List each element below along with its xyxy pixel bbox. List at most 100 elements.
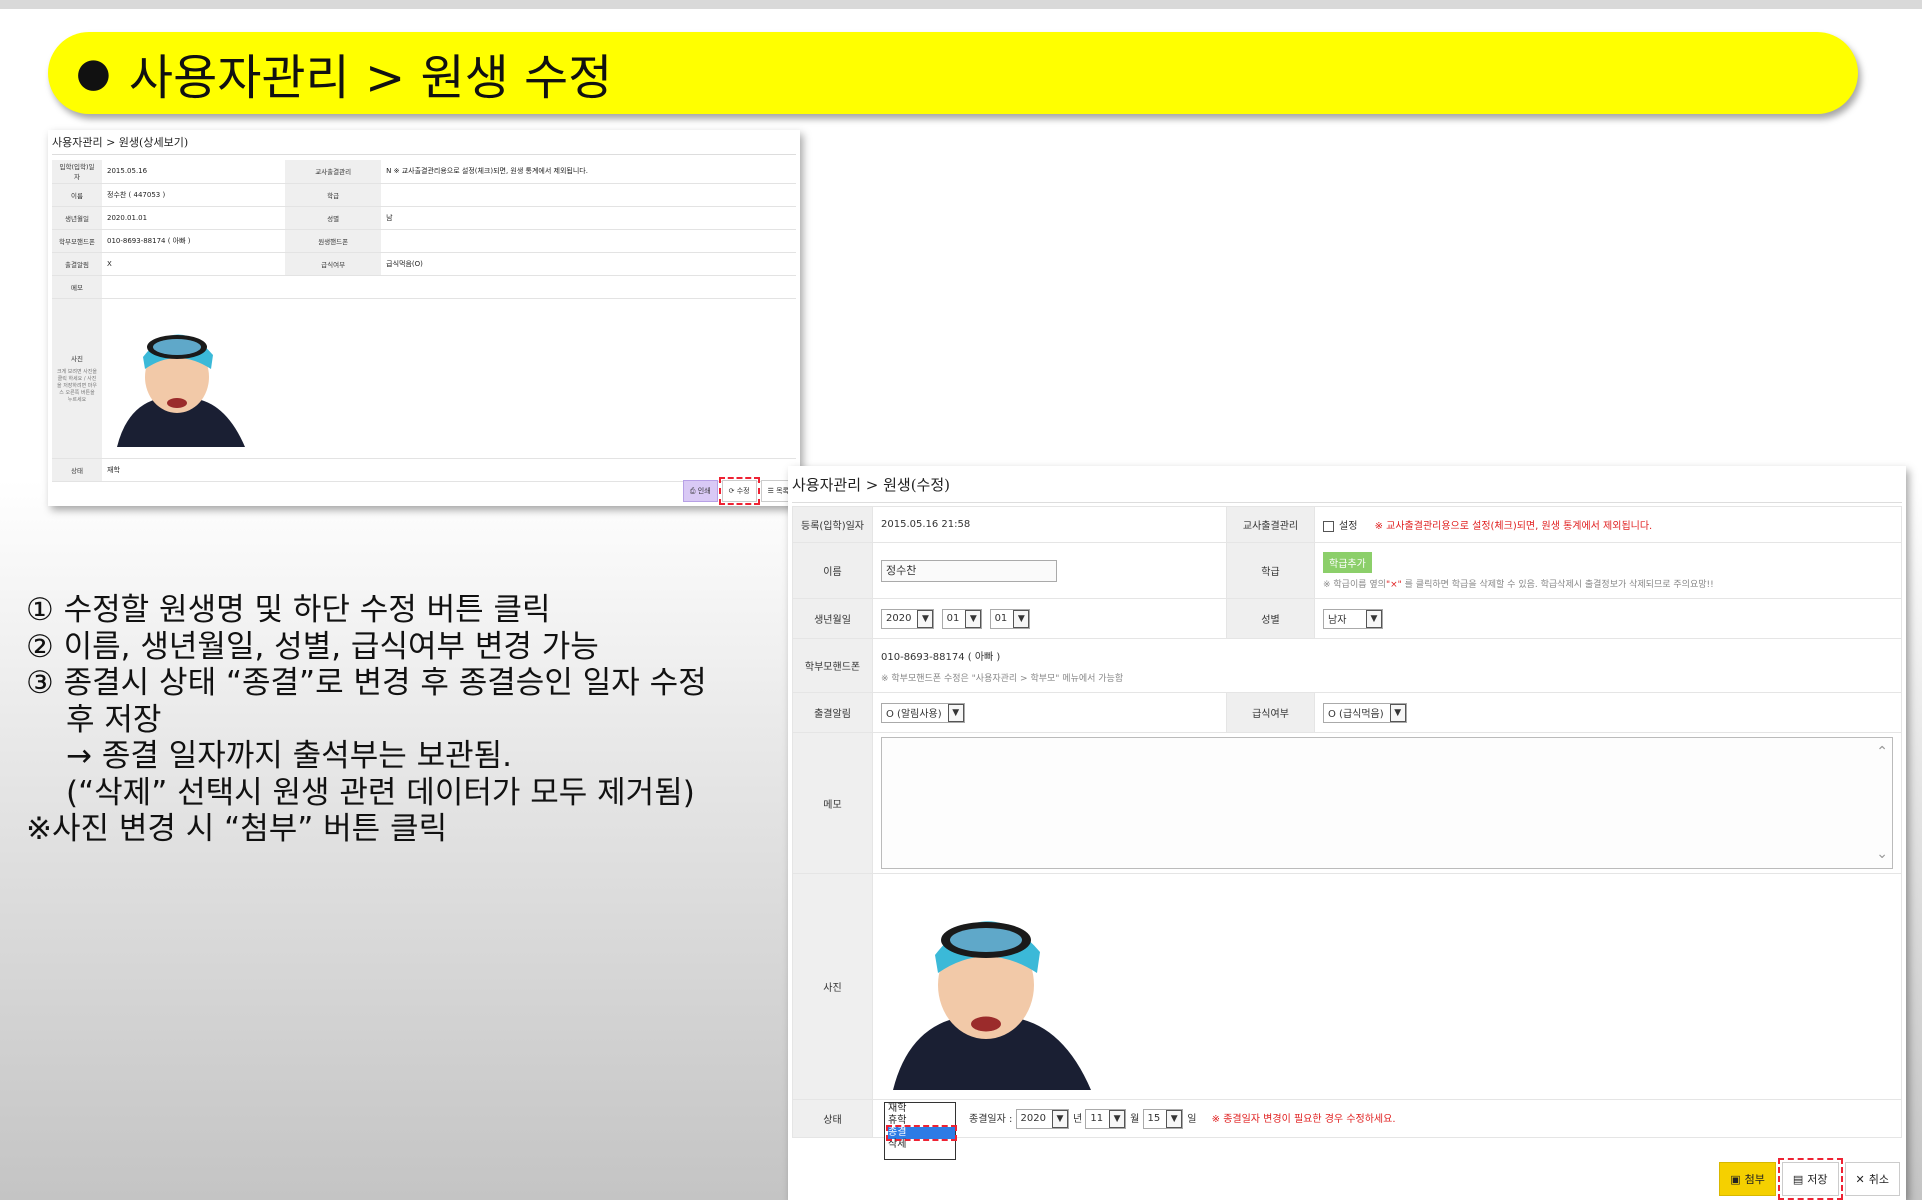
birthdate-cell: 2020 ▼ 01 ▼ 01 ▼ xyxy=(872,598,1227,639)
status-dropdown-list[interactable]: 재학 휴학 종결 삭제 xyxy=(884,1102,957,1160)
row-label: 교사출결관리 xyxy=(285,160,382,184)
gender-cell: 남자 ▼ xyxy=(1314,598,1902,639)
chevron-down-icon: ▼ xyxy=(1109,1109,1126,1128)
table-row: 사진 xyxy=(792,873,1902,1100)
chevron-up-icon: ⌃ xyxy=(1876,744,1888,760)
photo-cell xyxy=(872,873,1902,1100)
class-note-post: 를 클릭하면 학급을 삭제할 수 있음. 학급삭제시 출결정보가 삭제되므로 주… xyxy=(1404,579,1714,590)
table-row: 학부모핸드폰 010-8693-88174 ( 아빠 ) 원생핸드폰 xyxy=(52,229,796,253)
row-label: 생년월일 xyxy=(792,598,873,639)
chevron-down-icon: ▼ xyxy=(1013,609,1030,628)
row-label: 학부모핸드폰 xyxy=(792,638,873,693)
row-label: 급식여부 xyxy=(1226,692,1315,733)
print-button[interactable]: ⎙ 인쇄 xyxy=(682,480,718,502)
edit-button-bar: ▣ 첨부 ▤ 저장 ✕ 취소 xyxy=(1719,1158,1900,1200)
breadcrumb: 사용자관리 > 원생(수정) xyxy=(792,476,951,494)
table-row: 출결알림 O (알림사용) ▼ 급식여부 O (급식먹음) ▼ xyxy=(792,692,1902,733)
row-label: 생년월일 xyxy=(52,206,102,230)
table-row: 입학(입학)일자 2015.05.16 교사출결관리 N ※ 교사출결관리용으로… xyxy=(52,160,796,184)
class-note: ※ 학급이름 옆의"×" 를 클릭하면 학급을 삭제할 수 있음. 학급삭제시 … xyxy=(1323,577,1893,590)
table-row: 사진 크게 보려면 사진을 클릭 하세요 / 사진을 저장하려면 마우스 오른쪽… xyxy=(52,298,796,459)
divider xyxy=(52,154,796,155)
alarm-cell: O (알림사용) ▼ xyxy=(872,692,1227,733)
status-value: 재학 xyxy=(102,458,796,482)
name-cell: 정수찬 xyxy=(872,542,1227,599)
status-option[interactable]: 휴학 xyxy=(888,1115,955,1127)
gender-select[interactable]: 남자 ▼ xyxy=(1323,608,1383,629)
row-value: 남 xyxy=(381,206,796,230)
end-year-value: 2020 xyxy=(1020,1113,1046,1124)
alarm-select[interactable]: O (알림사용) ▼ xyxy=(881,702,965,723)
birth-month-select[interactable]: 01 ▼ xyxy=(941,608,983,629)
breadcrumb: 사용자관리 > 원생(상세보기) xyxy=(52,136,189,149)
detail-button-bar: ⎙ 인쇄 ⟳ 수정 ☰ 목록 xyxy=(682,477,796,505)
floppy-icon: ▤ xyxy=(1792,1172,1804,1186)
birth-month-value: 01 xyxy=(946,613,960,624)
top-band xyxy=(0,0,1922,9)
class-note-x: "×" xyxy=(1385,579,1402,590)
row-value: X xyxy=(102,252,286,276)
row-label: 출결알림 xyxy=(792,692,873,733)
birth-day-select[interactable]: 01 ▼ xyxy=(989,608,1031,629)
status-option[interactable]: 삭제 xyxy=(888,1139,955,1151)
table-row: 상태 종결일자 : 2020 ▼ 년 11 ▼ 월 15 ▼ 일 ※ 종결일자 변경이 필요… xyxy=(792,1099,1902,1138)
instructions: ① 수정할 원생명 및 하단 수정 버튼 클릭 ② 이름, 생년월일, 성별, … xyxy=(26,592,766,848)
instruction-line: 후 저장 xyxy=(66,701,162,738)
instruction-line: ① 수정할 원생명 및 하단 수정 버튼 클릭 xyxy=(26,592,551,628)
instruction-line: ※사진 변경 시 “첨부” 버튼 클릭 xyxy=(26,811,448,847)
memo-textarea[interactable]: ⌃ ⌄ xyxy=(881,737,1893,869)
edit-view-screenshot: 사용자관리 > 원생(수정) 등록(입학)일자 2015.05.16 21:58… xyxy=(788,466,1906,1200)
cancel-button-label: 취소 xyxy=(1868,1173,1889,1186)
teacher-attendance-checkbox[interactable] xyxy=(1323,520,1334,532)
meal-value: O (급식먹음) xyxy=(1328,709,1384,720)
refresh-icon: ⟳ xyxy=(728,487,737,495)
row-label: 성별 xyxy=(285,206,382,230)
table-row: 출결알림 X 급식여부 급식먹음(O) xyxy=(52,252,796,276)
row-value: N ※ 교사출결관리용으로 설정(체크)되면, 원생 통계에서 제외됩니다. xyxy=(381,160,796,184)
add-class-button[interactable]: 학급추가 xyxy=(1323,551,1372,573)
meal-cell: O (급식먹음) ▼ xyxy=(1314,692,1902,733)
student-name-link[interactable]: 정수찬 ( 447053 ) xyxy=(102,183,286,207)
row-label: 성별 xyxy=(1226,598,1315,639)
chevron-down-icon: ▼ xyxy=(1389,703,1406,722)
instruction-line: ③ 종결시 상태 “종결”로 변경 후 종결승인 일자 수정 xyxy=(26,665,707,701)
edit-table: 등록(입학)일자 2015.05.16 21:58 교사출결관리 설정 ※ 교사… xyxy=(792,506,1902,1138)
row-label: 등록(입학)일자 xyxy=(792,506,873,543)
birth-year-select[interactable]: 2020 ▼ xyxy=(881,608,935,629)
edit-button[interactable]: ⟳ 수정 xyxy=(718,477,760,505)
attach-button[interactable]: ▣ 첨부 xyxy=(1719,1162,1776,1196)
chevron-down-icon: ▼ xyxy=(917,609,934,628)
reg-date-value: 2015.05.16 21:58 xyxy=(872,506,1227,543)
row-label: 사진 xyxy=(792,873,873,1100)
save-button[interactable]: ▤ 저장 xyxy=(1777,1158,1843,1200)
row-label: 입학(입학)일자 xyxy=(52,160,102,184)
photo-label-cell: 사진 크게 보려면 사진을 클릭 하세요 / 사진을 저장하려면 마우스 오른쪽… xyxy=(52,298,102,459)
chevron-down-icon: ▼ xyxy=(965,609,982,628)
row-value xyxy=(381,183,796,207)
row-label: 학급 xyxy=(1226,542,1315,599)
end-month-select[interactable]: 11 ▼ xyxy=(1085,1108,1127,1129)
status-cell: 종결일자 : 2020 ▼ 년 11 ▼ 월 15 ▼ 일 ※ 종결일자 변경이 필요한 경… xyxy=(872,1099,1902,1138)
status-option-selected[interactable]: 종결 xyxy=(886,1125,957,1141)
photo-label: 사진 xyxy=(71,354,83,363)
student-photo[interactable] xyxy=(881,880,1091,1090)
chevron-down-icon: ▼ xyxy=(1366,609,1382,628)
end-day-select[interactable]: 15 ▼ xyxy=(1142,1108,1184,1129)
cancel-button[interactable]: ✕ 취소 xyxy=(1844,1162,1900,1196)
class-cell: 학급추가 ※ 학급이름 옆의"×" 를 클릭하면 학급을 삭제할 수 있음. 학… xyxy=(1314,542,1902,599)
end-year-select[interactable]: 2020 ▼ xyxy=(1015,1108,1069,1129)
detail-view-screenshot: 사용자관리 > 원생(상세보기) 입학(입학)일자 2015.05.16 교사출… xyxy=(48,130,800,506)
meal-select[interactable]: O (급식먹음) ▼ xyxy=(1323,702,1407,723)
row-label: 교사출결관리 xyxy=(1226,506,1315,543)
edit-button-label: 수정 xyxy=(736,487,750,495)
student-photo[interactable] xyxy=(107,307,247,447)
table-row: 생년월일 2020.01.01 성별 남 xyxy=(52,206,796,230)
detail-table: 입학(입학)일자 2015.05.16 교사출결관리 N ※ 교사출결관리용으로… xyxy=(52,160,796,482)
row-label: 상태 xyxy=(792,1099,873,1138)
table-row: 메모 xyxy=(52,275,796,299)
name-field[interactable]: 정수찬 xyxy=(881,559,1057,582)
row-value xyxy=(381,229,796,253)
status-option[interactable]: 재학 xyxy=(888,1103,955,1115)
row-value: 2015.05.16 xyxy=(102,160,286,184)
table-row: 메모 ⌃ ⌄ xyxy=(792,732,1902,874)
